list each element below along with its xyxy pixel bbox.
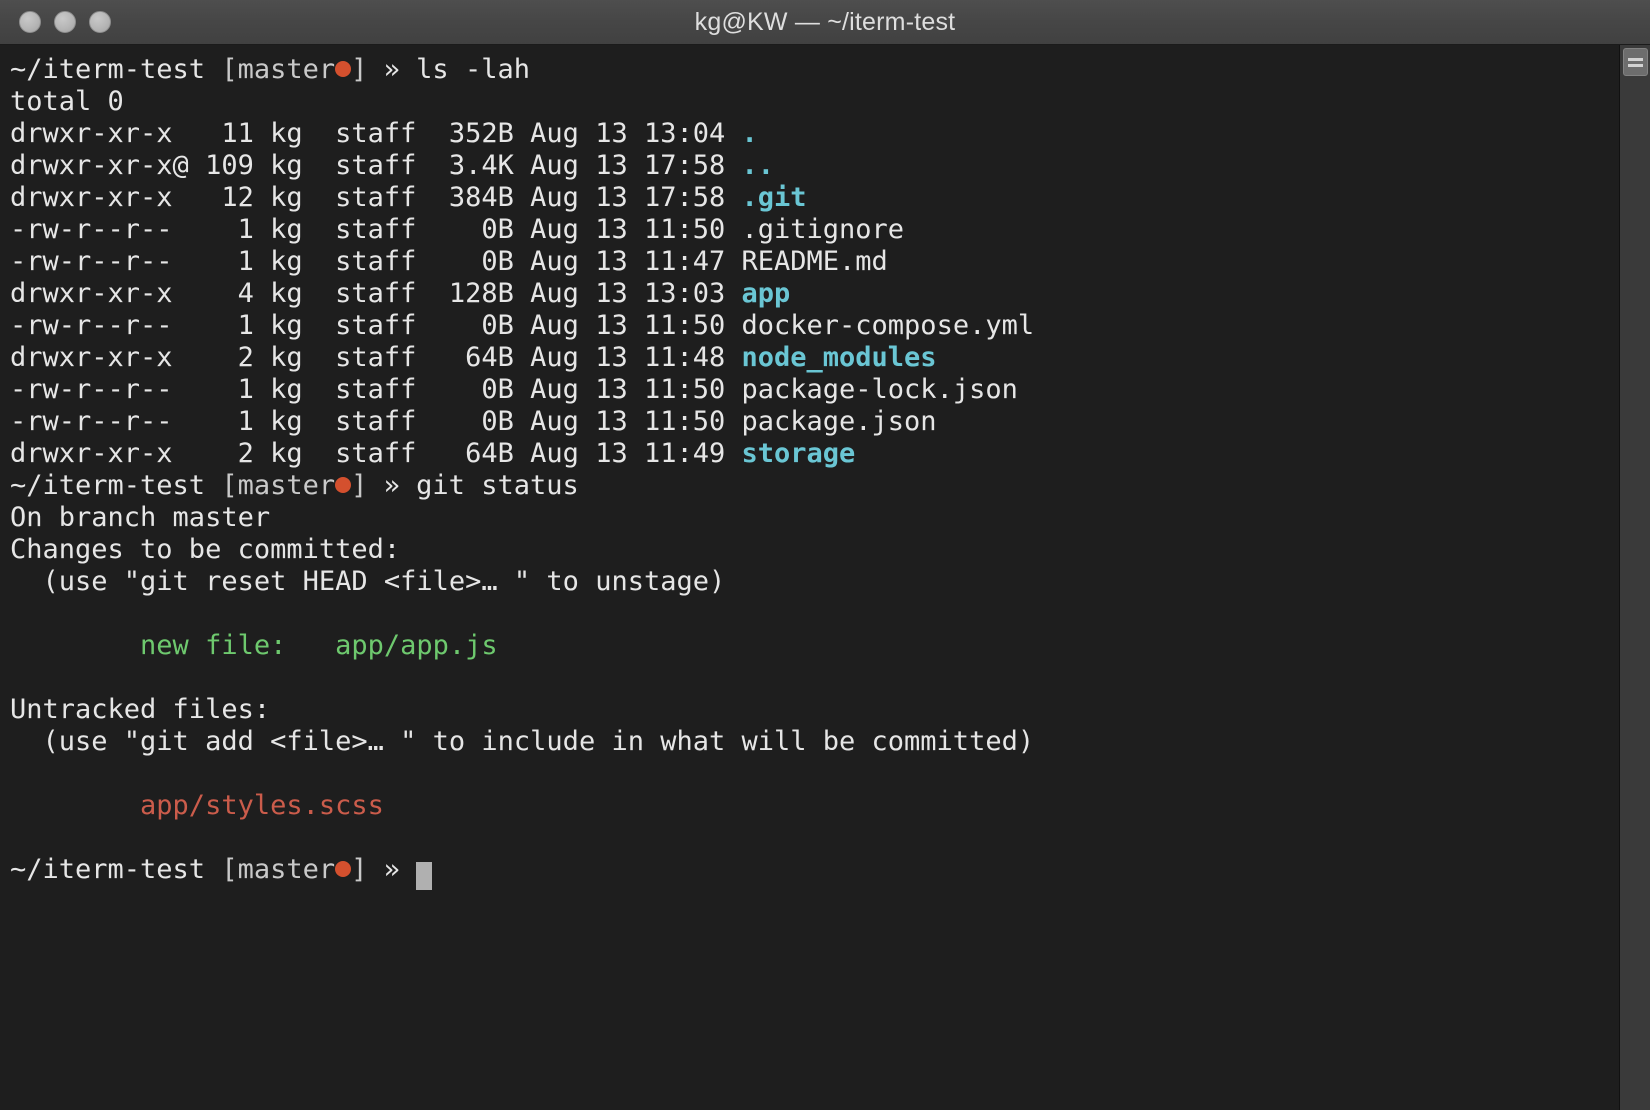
ls-row-meta: -rw-r--r-- 1 kg staff 0B Aug 13 11:50: [10, 214, 742, 245]
ls-row-name: package-lock.json: [742, 374, 1018, 405]
ls-row-name: README.md: [742, 246, 888, 277]
ls-row-name: docker-compose.yml: [742, 310, 1035, 341]
ls-row-name: .git: [742, 182, 807, 213]
prompt-command: git status: [416, 470, 579, 501]
prompt-line: ~/iterm-test [master] » ls -lah: [10, 54, 1619, 86]
scrollbar-thumb[interactable]: [1623, 48, 1648, 76]
ls-row: drwxr-xr-x 2 kg staff 64B Aug 13 11:48 n…: [10, 342, 1619, 374]
prompt-path: ~/iterm-test: [10, 54, 205, 85]
ls-row-meta: drwxr-xr-x 2 kg staff 64B Aug 13 11:49: [10, 438, 742, 469]
ls-row-name: .gitignore: [742, 214, 905, 245]
ls-row: drwxr-xr-x@ 109 kg staff 3.4K Aug 13 17:…: [10, 150, 1619, 182]
prompt-bracket-close: ]: [351, 54, 384, 85]
git-staged-header-text: Changes to be committed:: [10, 534, 400, 565]
window-titlebar[interactable]: kg@KW — ~/iterm-test: [0, 0, 1650, 45]
traffic-lights: [0, 11, 111, 33]
ls-row-meta: -rw-r--r-- 1 kg staff 0B Aug 13 11:47: [10, 246, 742, 277]
ls-total-text: total 0: [10, 86, 124, 117]
ls-total-line: total 0: [10, 86, 1619, 118]
prompt-bracket-open: [: [205, 54, 238, 85]
git-untracked-header: Untracked files:: [10, 694, 1619, 726]
terminal-output[interactable]: ~/iterm-test [master] » ls -lahtotal 0dr…: [0, 45, 1619, 1110]
ls-row-meta: -rw-r--r-- 1 kg staff 0B Aug 13 11:50: [10, 310, 742, 341]
git-untracked-hint-text: (use "git add <file>… " to include in wh…: [10, 726, 1034, 757]
terminal-window: kg@KW — ~/iterm-test ~/iterm-test [maste…: [0, 0, 1650, 1110]
ls-row: drwxr-xr-x 2 kg staff 64B Aug 13 11:49 s…: [10, 438, 1619, 470]
prompt-line-active: ~/iterm-test [master] »: [10, 854, 1619, 886]
prompt-command: ls -lah: [416, 54, 530, 85]
ls-row: drwxr-xr-x 4 kg staff 128B Aug 13 13:03 …: [10, 278, 1619, 310]
ls-row-meta: drwxr-xr-x 11 kg staff 352B Aug 13 13:04: [10, 118, 742, 149]
scrollbar-thumb-line: [1628, 64, 1643, 67]
ls-row: -rw-r--r-- 1 kg staff 0B Aug 13 11:50 .g…: [10, 214, 1619, 246]
git-untracked-file: app/styles.scss: [10, 790, 1619, 822]
prompt-line: ~/iterm-test [master] » git status: [10, 470, 1619, 502]
ls-row-meta: -rw-r--r-- 1 kg staff 0B Aug 13 11:50: [10, 406, 742, 437]
text-cursor[interactable]: [416, 862, 432, 890]
ls-row-name: package.json: [742, 406, 937, 437]
prompt-bracket-open: [: [205, 470, 238, 501]
prompt-branch: master: [238, 470, 336, 501]
ls-row-name: .: [742, 118, 758, 149]
git-branch-line: On branch master: [10, 502, 1619, 534]
minimize-button-icon[interactable]: [54, 11, 76, 33]
git-staged-file: new file: app/app.js: [10, 630, 1619, 662]
terminal-body-wrap: ~/iterm-test [master] » ls -lahtotal 0dr…: [0, 45, 1650, 1110]
scrollbar-thumb-line: [1628, 58, 1643, 61]
ls-row: drwxr-xr-x 12 kg staff 384B Aug 13 17:58…: [10, 182, 1619, 214]
prompt-path: ~/iterm-test: [10, 470, 205, 501]
zoom-button-icon[interactable]: [89, 11, 111, 33]
ls-row: -rw-r--r-- 1 kg staff 0B Aug 13 11:50 pa…: [10, 374, 1619, 406]
ls-row-name: ..: [742, 150, 775, 181]
git-dirty-dot-icon: [335, 61, 351, 77]
prompt-branch: master: [238, 54, 336, 85]
prompt-symbol: »: [384, 470, 417, 501]
ls-row-meta: drwxr-xr-x 4 kg staff 128B Aug 13 13:03: [10, 278, 742, 309]
blank-line: [10, 662, 1619, 694]
terminal-scrollbar[interactable]: [1619, 45, 1650, 1110]
git-staged-file-text: new file: app/app.js: [10, 630, 498, 661]
git-untracked-header-text: Untracked files:: [10, 694, 270, 725]
ls-row: drwxr-xr-x 11 kg staff 352B Aug 13 13:04…: [10, 118, 1619, 150]
ls-row-meta: drwxr-xr-x@ 109 kg staff 3.4K Aug 13 17:…: [10, 150, 742, 181]
ls-row-meta: -rw-r--r-- 1 kg staff 0B Aug 13 11:50: [10, 374, 742, 405]
ls-row: -rw-r--r-- 1 kg staff 0B Aug 13 11:50 pa…: [10, 406, 1619, 438]
prompt-symbol: »: [384, 854, 417, 885]
ls-row: -rw-r--r-- 1 kg staff 0B Aug 13 11:50 do…: [10, 310, 1619, 342]
git-untracked-file-text: app/styles.scss: [10, 790, 384, 821]
prompt-bracket-open: [: [205, 854, 238, 885]
git-dirty-dot-icon: [335, 861, 351, 877]
git-untracked-hint: (use "git add <file>… " to include in wh…: [10, 726, 1619, 758]
close-button-icon[interactable]: [19, 11, 41, 33]
prompt-path: ~/iterm-test: [10, 854, 205, 885]
prompt-branch: master: [238, 854, 336, 885]
blank-line: [10, 822, 1619, 854]
ls-row-meta: drwxr-xr-x 2 kg staff 64B Aug 13 11:48: [10, 342, 742, 373]
git-staged-header: Changes to be committed:: [10, 534, 1619, 566]
prompt-bracket-close: ]: [351, 470, 384, 501]
ls-row: -rw-r--r-- 1 kg staff 0B Aug 13 11:47 RE…: [10, 246, 1619, 278]
window-title: kg@KW — ~/iterm-test: [0, 8, 1650, 37]
prompt-symbol: »: [384, 54, 417, 85]
git-staged-hint: (use "git reset HEAD <file>… " to unstag…: [10, 566, 1619, 598]
prompt-bracket-close: ]: [351, 854, 384, 885]
ls-row-meta: drwxr-xr-x 12 kg staff 384B Aug 13 17:58: [10, 182, 742, 213]
blank-line: [10, 758, 1619, 790]
git-dirty-dot-icon: [335, 477, 351, 493]
ls-row-name: storage: [742, 438, 856, 469]
ls-row-name: app: [742, 278, 791, 309]
git-staged-hint-text: (use "git reset HEAD <file>… " to unstag…: [10, 566, 725, 597]
git-branch-line-text: On branch master: [10, 502, 270, 533]
ls-row-name: node_modules: [742, 342, 937, 373]
blank-line: [10, 598, 1619, 630]
